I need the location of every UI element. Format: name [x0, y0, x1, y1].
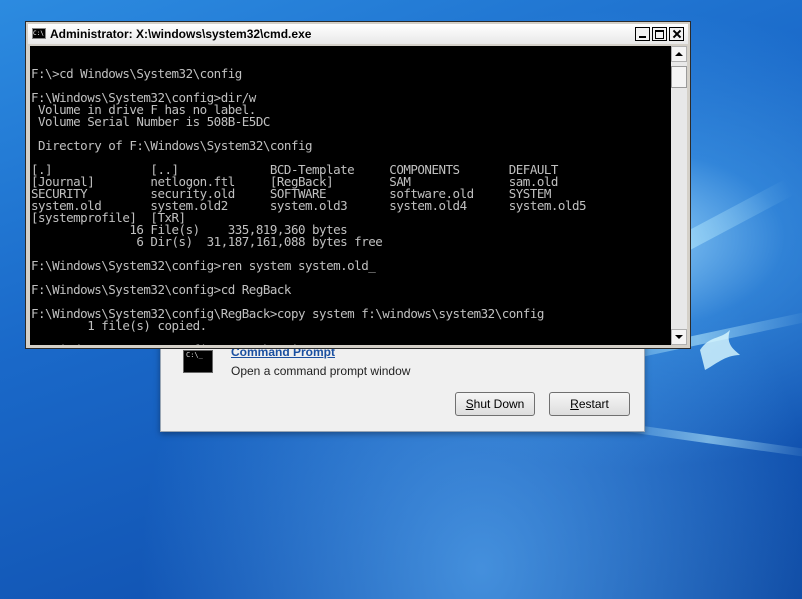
console-text: F:\>cd Windows\System32\config F:\Window…: [30, 46, 671, 345]
console-line: 1 file(s) copied.: [31, 318, 207, 333]
console-line: 6 Dir(s) 31,187,161,088 bytes free: [31, 234, 383, 249]
console-line: F:\Windows\System32\config>ren system sy…: [31, 258, 376, 273]
command-prompt-description: Open a command prompt window: [231, 364, 411, 378]
minimize-button[interactable]: [635, 27, 650, 41]
scroll-down-arrow-icon[interactable]: [671, 329, 687, 345]
console-line: F:\Windows\System32\config>cd RegBack: [31, 282, 291, 297]
restart-button[interactable]: Restart: [549, 392, 630, 416]
windows-flag-glow: [700, 330, 740, 370]
command-prompt-icon: C:\_: [183, 350, 213, 373]
console-line: Directory of F:\Windows\System32\config: [31, 138, 313, 153]
shut-down-button[interactable]: Shut Down: [455, 392, 535, 416]
console-line: F:\>cd Windows\System32\config: [31, 66, 242, 81]
console-icon[interactable]: C:\: [32, 28, 46, 39]
scroll-up-arrow-icon[interactable]: [671, 46, 687, 62]
cmd-window-title: Administrator: X:\windows\system32\cmd.e…: [50, 27, 312, 41]
scroll-thumb[interactable]: [671, 66, 687, 88]
cmd-title-bar[interactable]: C:\ Administrator: X:\windows\system32\c…: [28, 24, 688, 44]
system-recovery-dialog: C:\_ Command Prompt Open a command promp…: [160, 338, 645, 432]
maximize-button[interactable]: [652, 27, 667, 41]
console-line: Volume Serial Number is 508B-E5DC: [31, 114, 270, 129]
restart-accelerator: R: [570, 397, 579, 411]
cmd-window[interactable]: C:\ Administrator: X:\windows\system32\c…: [25, 21, 691, 349]
shut-down-label: hut Down: [473, 397, 525, 411]
restart-label: estart: [578, 397, 609, 411]
console-output[interactable]: F:\>cd Windows\System32\config F:\Window…: [30, 46, 671, 345]
console-line: F:\Windows\System32\config\RegBack>exit: [31, 342, 306, 345]
vertical-scrollbar[interactable]: [671, 46, 687, 345]
close-button[interactable]: [669, 27, 684, 41]
shut-down-accelerator: S: [465, 397, 474, 411]
